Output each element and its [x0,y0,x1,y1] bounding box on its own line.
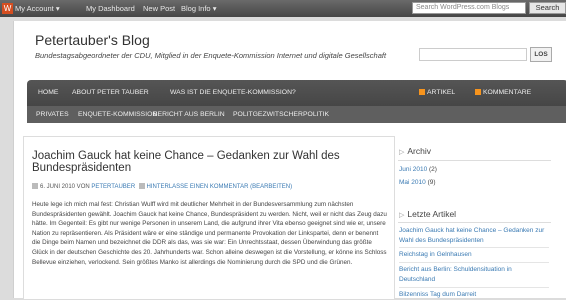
widget-divider [398,222,551,223]
triangle-bullet-icon: ▷ [399,149,405,156]
archive-link-mai-2010[interactable]: Mai 2010 (9) [399,179,436,186]
my-dashboard-link[interactable]: My Dashboard [86,4,135,13]
recent-post-link[interactable]: Bericht aus Berlin: Schuldensituation in… [399,265,549,285]
nav-enquete-kommission[interactable]: WAS IST DIE ENQUETE-KOMMISSION? [170,89,296,96]
category-politgezwitscher[interactable]: POLITGEZWITSCHER [233,111,303,118]
new-post-link[interactable]: New Post [143,4,175,13]
site-title[interactable]: Petertauber's Blog [35,32,150,48]
list-divider [399,287,549,288]
post-comment-link[interactable]: HINTERLASSE EINEN KOMMENTAR (BEARBEITEN) [147,184,293,190]
category-enquete-kommission[interactable]: ENQUETE-KOMMISSION [78,111,157,118]
category-navigation: PRIVATES ENQUETE-KOMMISSION BERICHT AUS … [27,106,566,123]
list-divider [399,262,549,263]
site-description: Bundestagsabgeordneter der CDU, Mitglied… [35,51,387,60]
list-divider [399,247,549,248]
triangle-bullet-icon: ▷ [399,212,405,219]
category-bericht-aus-berlin[interactable]: BERICHT AUS BERLIN [153,111,225,118]
post-content: Heute lege ich mich mal fest: Christian … [32,201,387,266]
blog-info-menu[interactable]: Blog Info ▾ [181,4,216,13]
wp-admin-bar: W My Account ▾ My Dashboard New Post Blo… [0,0,566,17]
wordpress-search-button[interactable]: Search [529,2,566,14]
post-title[interactable]: Joachim Gauck hat keine Chance – Gedanke… [32,150,372,174]
category-politik[interactable]: POLITIK [303,111,329,118]
recent-post-link[interactable]: Reichstag in Gelnhausen [399,250,549,260]
archive-link-juni-2010[interactable]: Juni 2010 (2) [399,166,437,173]
post-date: 6. JUNI 2010 VON [40,184,90,190]
rss-icon [419,89,425,95]
recent-post-link[interactable]: Bilzenniss Tag dum Darreit [399,290,549,300]
wordpress-logo-icon[interactable]: W [2,3,13,14]
archive-widget-title: ▷ Archiv [399,146,432,156]
feed-comments-link[interactable]: KOMMENTARE [475,89,531,96]
wordpress-search-input[interactable]: Search WordPress.com Blogs [412,2,526,14]
nav-home[interactable]: HOME [38,89,58,96]
rss-icon [475,89,481,95]
recent-posts-widget-title: ▷ Letzte Artikel [399,209,457,219]
calendar-icon [32,183,38,189]
nav-about-peter-tauber[interactable]: ABOUT PETER TAUBER [72,89,149,96]
widget-divider [398,160,551,161]
category-privates[interactable]: PRIVATES [36,111,69,118]
blog-search-input[interactable] [419,48,527,61]
post-article: Joachim Gauck hat keine Chance – Gedanke… [23,136,395,299]
post-meta: 6. JUNI 2010 VON PETERTAUBER HINTERLASSE… [32,183,292,190]
blog-page: Petertauber's Blog Bundestagsabgeordnete… [13,21,566,300]
feed-articles-link[interactable]: ARTIKEL [419,89,455,96]
my-account-menu[interactable]: My Account ▾ [15,4,60,13]
recent-post-link[interactable]: Joachim Gauck hat keine Chance – Gedanke… [399,226,549,246]
blog-search-button[interactable]: LOS [530,47,552,62]
comment-icon [138,183,145,189]
post-author-link[interactable]: PETERTAUBER [91,184,135,190]
